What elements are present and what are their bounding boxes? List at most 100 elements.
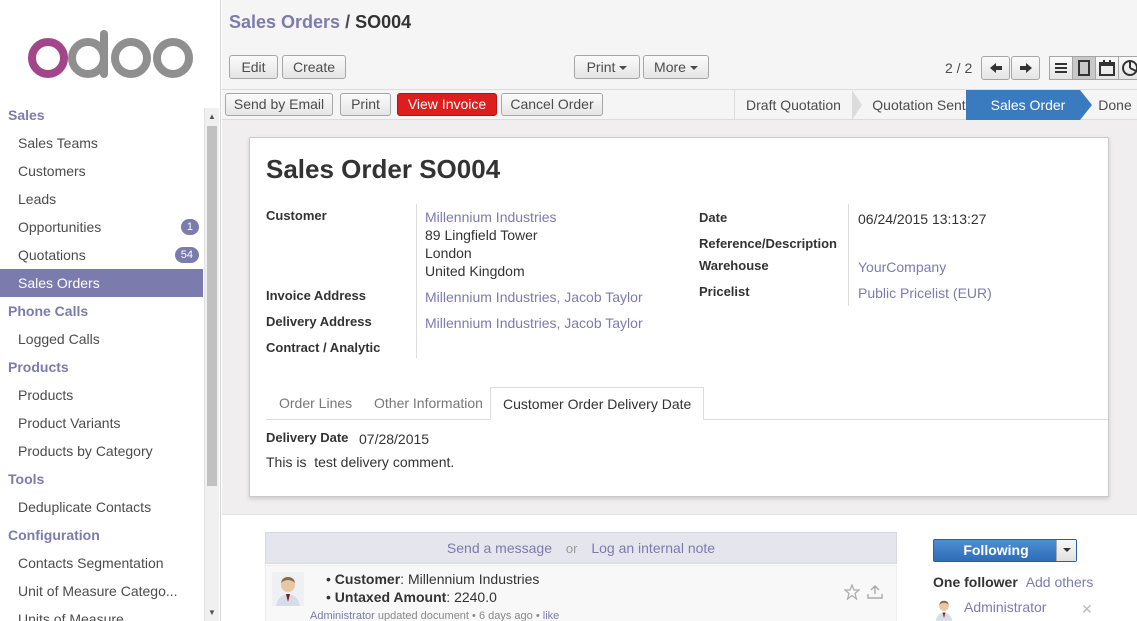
pager-value[interactable]: 2 / 2 xyxy=(945,60,972,76)
message-meta: Administrator updated document • 6 days … xyxy=(310,610,560,621)
pricelist-link[interactable]: Public Pricelist (EUR) xyxy=(858,285,992,301)
reply-icon[interactable] xyxy=(866,584,884,600)
sidebar-item-opportunities[interactable]: Opportunities 1 xyxy=(0,213,203,241)
send-by-email-button[interactable]: Send by Email xyxy=(225,93,333,116)
sidebar-item-customers[interactable]: Customers xyxy=(0,157,203,185)
print-button[interactable]: Print xyxy=(340,93,391,116)
sidebar-item-product-variants[interactable]: Product Variants xyxy=(0,409,203,437)
sidebar-item-deduplicate-contacts[interactable]: Deduplicate Contacts xyxy=(0,493,203,521)
sidebar-item-sales-orders[interactable]: Sales Orders xyxy=(0,269,203,297)
chatter: Send a message or Log an internal note •… xyxy=(222,514,1137,621)
following-dropdown[interactable] xyxy=(1056,540,1076,561)
message-value: 2240.0 xyxy=(454,589,497,605)
title-prefix: Sales Order xyxy=(266,154,412,184)
customer-label: Customer xyxy=(266,208,327,223)
scroll-down-icon[interactable]: ▼ xyxy=(208,608,216,617)
sidebar-item-label: Products by Category xyxy=(18,443,153,459)
form-sheet: Sales Order SO004 Customer Millennium In… xyxy=(249,137,1109,497)
sidebar-item-label: Phone Calls xyxy=(8,303,89,319)
warehouse-link[interactable]: YourCompany xyxy=(858,259,946,275)
delivery-address-label: Delivery Address xyxy=(266,314,372,329)
following-label[interactable]: Following xyxy=(934,540,1058,561)
sidebar-item-leads[interactable]: Leads xyxy=(0,185,203,213)
sidebar-item-sales-teams[interactable]: Sales Teams xyxy=(0,129,203,157)
breadcrumb-parent[interactable]: Sales Orders xyxy=(229,12,340,32)
add-others-link[interactable]: Add others xyxy=(1026,574,1094,590)
sidebar-item-label: Products xyxy=(18,387,74,403)
message-time: 6 days ago xyxy=(478,610,533,621)
edit-button[interactable]: Edit xyxy=(229,55,278,79)
sidebar-item-units-of-measure[interactable]: Units of Measure xyxy=(0,605,203,621)
stage-arrow xyxy=(852,90,862,120)
sidebar-item-products[interactable]: Products xyxy=(0,381,203,409)
warehouse-label: Warehouse xyxy=(699,258,769,273)
customer-address-line: 89 Lingfield Tower xyxy=(425,227,538,243)
status-bar: Send by Email Print View Invoice Cancel … xyxy=(222,90,1137,120)
remove-follower-icon[interactable]: ✕ xyxy=(1081,601,1093,618)
caret-down-icon xyxy=(689,66,698,71)
or-text: or xyxy=(565,541,578,556)
list-view-button[interactable] xyxy=(1049,56,1073,80)
following-button[interactable]: Following xyxy=(933,539,1077,562)
sidebar-item-label: Deduplicate Contacts xyxy=(18,499,152,515)
more-dropdown[interactable]: More xyxy=(643,55,709,79)
scroll-up-icon[interactable]: ▲ xyxy=(208,112,216,121)
customer-link[interactable]: Millennium Industries xyxy=(425,209,557,225)
send-message-link[interactable]: Send a message xyxy=(447,540,552,556)
customer-address-line: United Kingdom xyxy=(425,263,525,279)
sidebar-scrollbar[interactable]: ▲ ▼ xyxy=(204,108,219,621)
view-invoice-button[interactable]: View Invoice xyxy=(397,93,497,116)
stage-quotation-sent[interactable]: Quotation Sent xyxy=(862,90,976,120)
arrow-right-icon xyxy=(1019,63,1032,73)
tab-other-information[interactable]: Other Information xyxy=(362,387,495,420)
pager-next-button[interactable] xyxy=(1011,56,1040,80)
record-title: Sales Order SO004 xyxy=(266,154,500,185)
log-note-link[interactable]: Log an internal note xyxy=(591,540,715,556)
sidebar-item-logged-calls[interactable]: Logged Calls xyxy=(0,325,203,353)
sidebar-item-unit-of-measure-catego[interactable]: Unit of Measure Catego... xyxy=(0,577,203,605)
stage-draft-quotation[interactable]: Draft Quotation xyxy=(734,90,852,120)
avatar[interactable] xyxy=(272,572,304,606)
sidebar-item-label: Contacts Segmentation xyxy=(18,555,164,571)
message-value: Millennium Industries xyxy=(407,571,540,587)
sidebar-item-quotations[interactable]: Quotations 54 xyxy=(0,241,203,269)
sidebar-item-label: Opportunities xyxy=(18,219,102,235)
invoice-address-link[interactable]: Millennium Industries, Jacob Taylor xyxy=(425,289,643,305)
author-link[interactable]: Administrator xyxy=(310,610,375,621)
tab-order-lines[interactable]: Order Lines xyxy=(267,387,364,420)
delivery-date-value: 07/28/2015 xyxy=(359,431,430,447)
list-view-icon xyxy=(1055,63,1067,73)
form-view-button[interactable] xyxy=(1072,56,1096,80)
sidebar-item-label: Leads xyxy=(18,191,57,207)
sidebar: Sales Sales Teams Customers Leads Opportunit… xyxy=(0,0,221,621)
stage-done[interactable]: Done xyxy=(1092,90,1137,120)
print-dropdown[interactable]: Print xyxy=(574,55,640,79)
sidebar-item-contacts-segmentation[interactable]: Contacts Segmentation xyxy=(0,549,203,577)
follower-name-link[interactable]: Administrator xyxy=(964,599,1046,615)
main-content: Sales Orders / SO004 Edit Create Print M… xyxy=(222,0,1137,621)
star-icon[interactable] xyxy=(844,584,860,600)
pricelist-label: Pricelist xyxy=(699,284,750,299)
message-action: updated document xyxy=(377,610,469,621)
sidebar-item-products-by-category[interactable]: Products by Category xyxy=(0,437,203,465)
pager-previous-button[interactable] xyxy=(981,56,1010,80)
graph-view-button[interactable] xyxy=(1118,56,1137,80)
sidebar-section-products: Products xyxy=(0,353,203,381)
tab-customer-order-delivery-date[interactable]: Customer Order Delivery Date xyxy=(490,387,705,420)
sidebar-item-label: Sales xyxy=(8,107,45,123)
like-link[interactable]: like xyxy=(543,610,560,621)
calendar-view-button[interactable] xyxy=(1095,56,1119,80)
cancel-order-button[interactable]: Cancel Order xyxy=(501,93,603,116)
sidebar-item-label: Products xyxy=(8,359,69,375)
message-item: • Customer: Millennium Industries • Unta… xyxy=(265,565,897,621)
odoo-logo[interactable] xyxy=(26,30,196,80)
sidebar-section-phone-calls: Phone Calls xyxy=(0,297,203,325)
field-divider xyxy=(848,204,849,306)
print-label: Print xyxy=(586,59,616,75)
delivery-address-link[interactable]: Millennium Industries, Jacob Taylor xyxy=(425,315,643,331)
customer-address-line: London xyxy=(425,245,472,261)
stage-sales-order[interactable]: Sales Order xyxy=(976,90,1080,120)
contract-analytic-label: Contract / Analytic xyxy=(266,340,381,355)
create-button[interactable]: Create xyxy=(282,55,346,79)
scrollbar-thumb[interactable] xyxy=(207,126,217,486)
